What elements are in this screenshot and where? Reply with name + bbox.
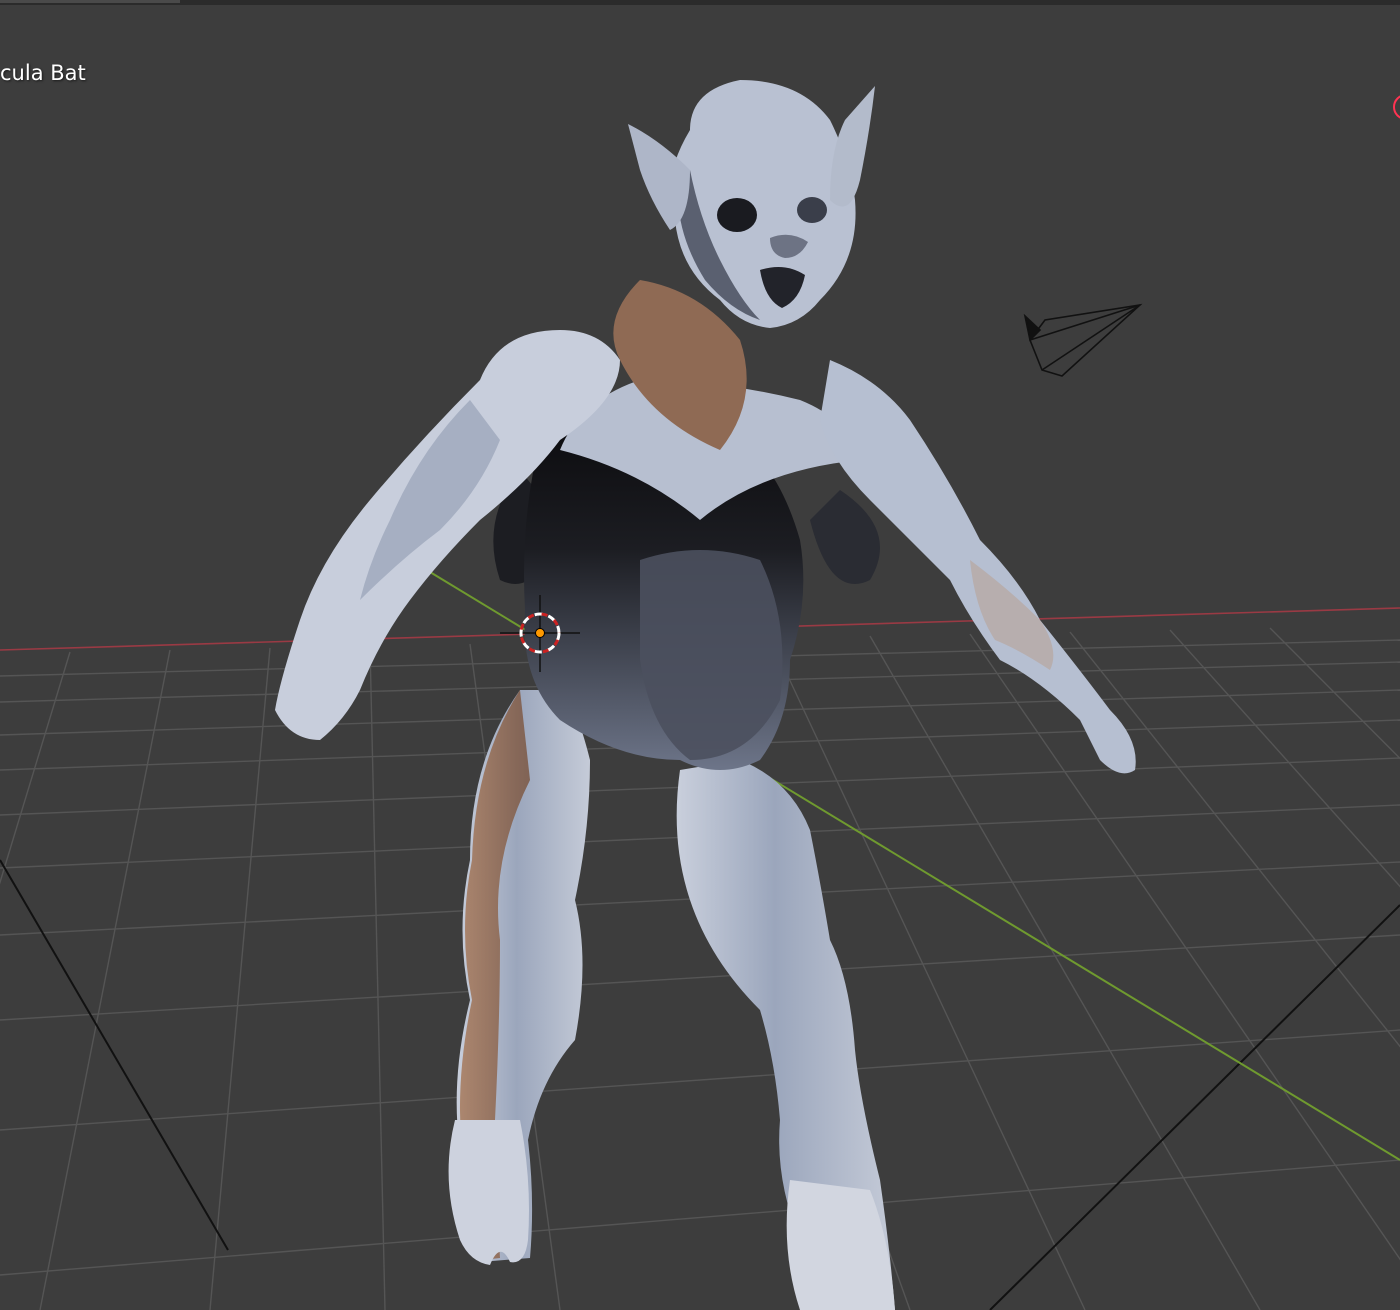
viewport-object-label: cula Bat <box>0 61 86 85</box>
object-origin-point <box>535 628 545 638</box>
eye-left <box>717 198 757 232</box>
camera-icon[interactable] <box>1023 303 1143 377</box>
ear-left <box>628 124 690 230</box>
ear-right <box>830 86 875 207</box>
bat-creature-model[interactable] <box>275 80 1136 1310</box>
eye-right <box>797 197 827 223</box>
foot-left <box>448 1120 529 1265</box>
wing-membrane-right <box>810 490 880 584</box>
grid-boundary-lines <box>0 859 1400 1310</box>
3d-viewport[interactable]: cula Bat <box>0 0 1400 1310</box>
viewport-canvas[interactable] <box>0 0 1400 1310</box>
